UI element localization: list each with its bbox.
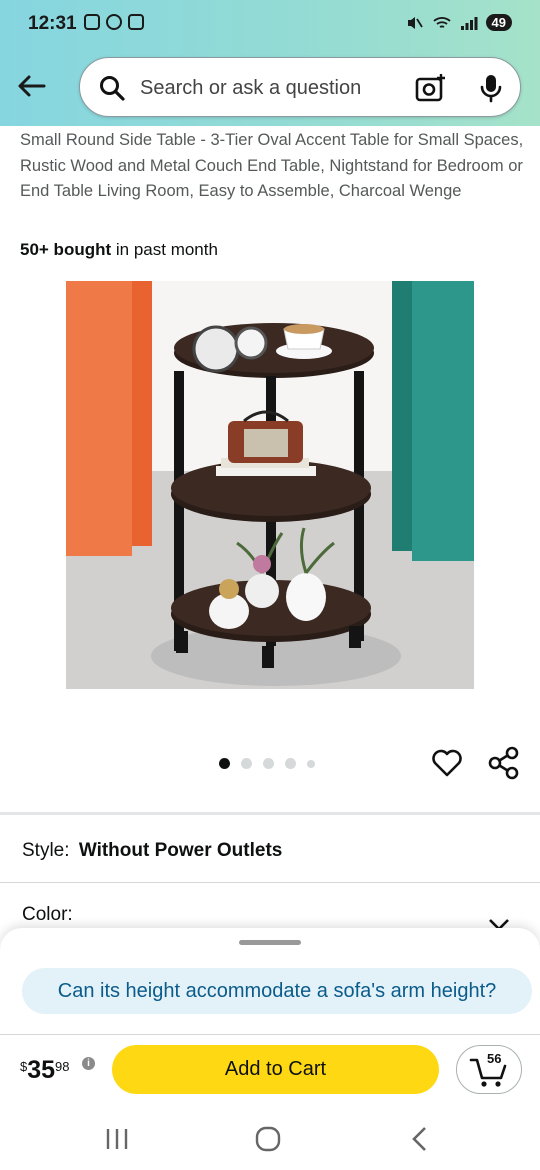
price-currency: $ xyxy=(20,1059,28,1074)
product-title[interactable]: Small Round Side Table - 3-Tier Oval Acc… xyxy=(20,128,525,205)
back-arrow-icon[interactable] xyxy=(14,68,50,104)
product-image[interactable] xyxy=(66,281,474,689)
pagination-dot[interactable] xyxy=(285,758,296,769)
cart-button[interactable]: 56 xyxy=(456,1045,522,1094)
back-nav-icon[interactable] xyxy=(408,1125,430,1153)
status-time: 12:31 xyxy=(28,13,77,34)
price: $3598 xyxy=(20,1056,70,1085)
screenshot-icon xyxy=(84,14,100,30)
search-input[interactable] xyxy=(138,71,402,105)
status-bar: 12:31 49 xyxy=(0,0,540,50)
price-info-icon[interactable]: i xyxy=(82,1057,95,1070)
recent-apps-icon[interactable] xyxy=(103,1126,131,1152)
notification-icons xyxy=(84,14,144,30)
purchase-count: 50+ bought in past month xyxy=(20,240,218,260)
image-pagination[interactable] xyxy=(219,758,315,769)
pagination-dot[interactable] xyxy=(241,758,252,769)
battery-indicator: 49 xyxy=(485,14,512,31)
mute-icon xyxy=(407,16,423,29)
system-icons: 49 xyxy=(406,14,512,31)
cart-count: 56 xyxy=(487,1051,502,1066)
style-label: Style: xyxy=(22,840,70,861)
android-nav-bar xyxy=(0,1110,540,1170)
search-icon xyxy=(100,76,125,101)
price-whole: 35 xyxy=(27,1056,56,1084)
app-notification-icon xyxy=(106,14,122,30)
instagram-icon xyxy=(128,14,144,30)
pagination-dot[interactable] xyxy=(219,758,230,769)
search-bar[interactable] xyxy=(79,57,521,117)
purchase-count-text: in past month xyxy=(111,240,218,259)
heart-icon[interactable] xyxy=(431,747,463,779)
side-table-illustration xyxy=(66,281,474,689)
microphone-icon[interactable] xyxy=(478,72,504,104)
style-value: Without Power Outlets xyxy=(78,840,283,861)
row-divider xyxy=(0,882,540,883)
wifi-icon xyxy=(432,16,451,28)
sheet-divider xyxy=(0,1034,540,1035)
pagination-dot[interactable] xyxy=(307,759,315,768)
sheet-drag-handle[interactable] xyxy=(239,940,301,945)
camera-search-icon[interactable] xyxy=(414,72,446,104)
color-label[interactable]: Color: xyxy=(22,904,73,926)
purchase-count-bold: 50+ bought xyxy=(20,240,112,259)
price-fraction: 98 xyxy=(55,1059,70,1074)
style-selector[interactable]: Style: Without Power Outlets xyxy=(22,840,282,862)
signal-icon xyxy=(460,16,478,30)
suggested-question-chip[interactable]: Can its height accommodate a sofa's arm … xyxy=(22,968,532,1014)
add-to-cart-button[interactable]: Add to Cart xyxy=(112,1045,439,1094)
share-icon[interactable] xyxy=(487,746,521,780)
top-bar: 12:31 49 xyxy=(0,0,540,126)
section-divider xyxy=(0,812,540,815)
pagination-dot[interactable] xyxy=(263,758,274,769)
home-icon[interactable] xyxy=(254,1125,282,1153)
